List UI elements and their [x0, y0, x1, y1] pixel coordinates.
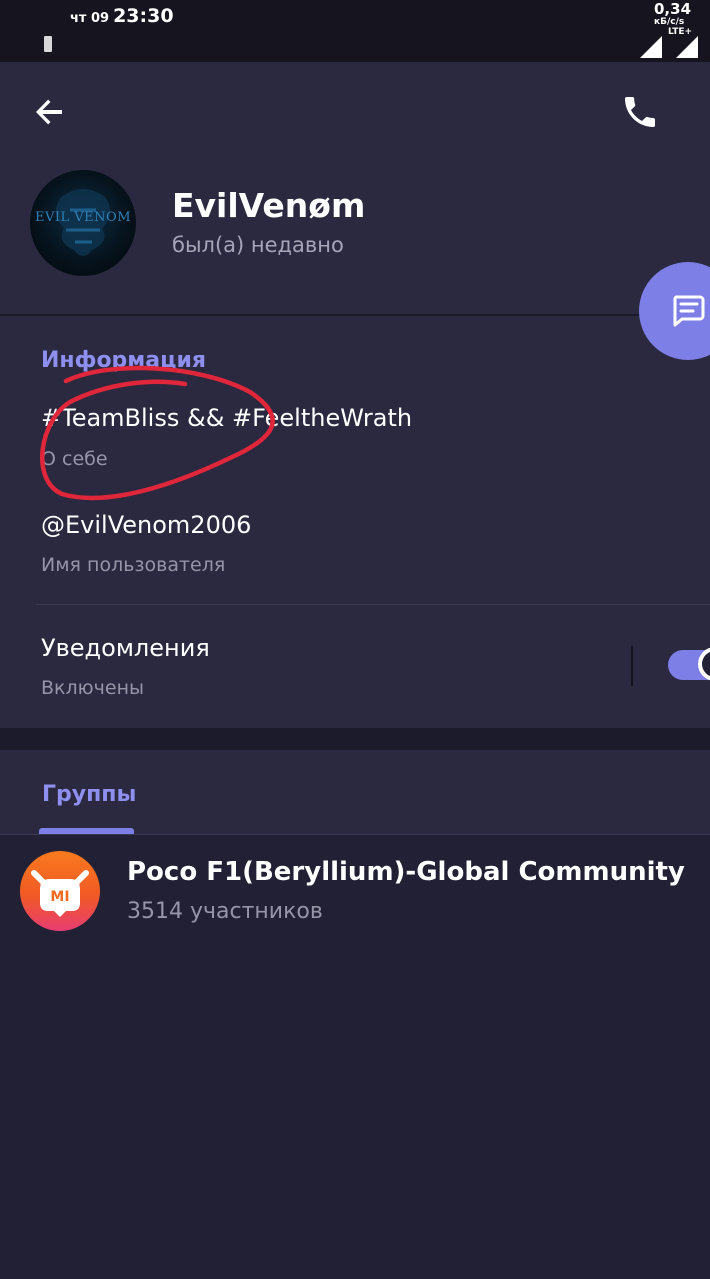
group-name: Poco F1(Beryllium)-Global Community	[127, 857, 685, 887]
notifications-label[interactable]: Уведомления	[41, 634, 210, 662]
bio-text[interactable]: #TeamBliss && #FeeltheWrath	[41, 404, 412, 432]
signal-icon	[640, 36, 662, 58]
network-speed-unit: кБ/с/s	[654, 17, 685, 27]
group-avatar-text: MI	[50, 889, 69, 905]
info-section-title: Информация	[41, 348, 206, 373]
status-bar: чт 09 23:30 0,34 кБ/с/s LTE+	[0, 0, 710, 62]
switch-separator	[631, 646, 633, 686]
group-avatar: MI	[20, 851, 100, 931]
arrow-left-icon[interactable]	[30, 92, 70, 132]
phone-icon[interactable]	[620, 92, 660, 132]
username-label: Имя пользователя	[41, 554, 226, 576]
avatar-text: EVIL VENOM	[35, 210, 131, 225]
network-speed: 0,34 кБ/с/s LTE+	[654, 0, 710, 38]
battery-icon	[44, 36, 52, 52]
info-divider	[36, 604, 710, 605]
tab-groups[interactable]: Группы	[42, 782, 136, 807]
profile-last-seen: был(а) недавно	[172, 233, 344, 257]
status-time: 23:30	[113, 5, 174, 27]
notifications-state: Включены	[41, 677, 144, 699]
profile-name: EvilVenøm	[172, 186, 366, 225]
status-day: чт 09	[70, 11, 110, 26]
group-members: 3514 участников	[127, 899, 323, 924]
signal-icon-2	[676, 36, 698, 58]
bio-label: О себе	[41, 448, 108, 470]
profile-avatar[interactable]: EVIL VENOM	[30, 170, 136, 276]
status-clock: чт 09 23:30	[70, 5, 174, 27]
section-gap	[0, 728, 710, 750]
message-icon	[673, 295, 705, 327]
toggle-knob	[698, 647, 710, 681]
network-speed-value: 0,34	[654, 0, 692, 18]
notifications-toggle[interactable]	[668, 647, 710, 681]
username-text[interactable]: @EvilVenom2006	[41, 511, 251, 539]
list-item[interactable]	[0, 835, 710, 945]
